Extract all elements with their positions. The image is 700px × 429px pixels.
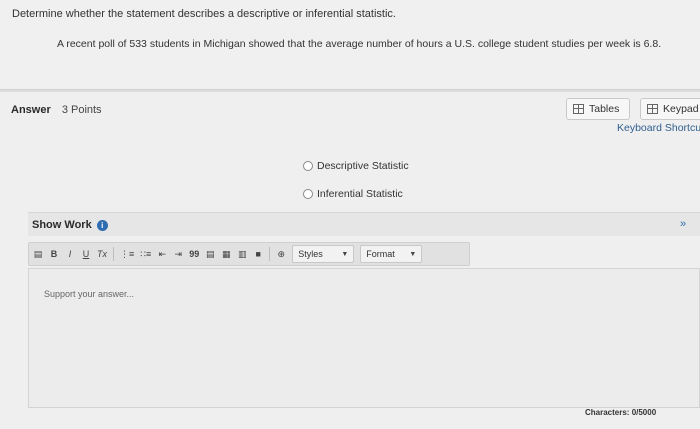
align-right-icon[interactable]: ▥ <box>237 246 247 262</box>
answer-header: Answer 3 Points <box>11 104 102 116</box>
show-work-title: Show Work i <box>32 219 108 231</box>
collapse-icon[interactable]: » <box>680 218 686 230</box>
bulleted-list-icon[interactable]: ∷≡ <box>140 246 151 262</box>
option-inferential-label: Inferential Statistic <box>317 188 403 200</box>
keypad-button[interactable]: Keypad <box>640 98 700 120</box>
option-descriptive[interactable]: Descriptive Statistic <box>303 158 409 174</box>
tables-button[interactable]: Tables <box>566 98 630 120</box>
numbered-list-icon[interactable]: ⋮≡ <box>120 246 134 262</box>
styles-label: Styles <box>298 249 323 259</box>
radio-inferential[interactable] <box>303 189 313 199</box>
keypad-label: Keypad <box>663 103 699 115</box>
format-label: Format <box>366 249 395 259</box>
link-icon[interactable]: ⊕ <box>276 246 286 262</box>
source-icon[interactable]: ▤ <box>33 246 43 262</box>
bold-button[interactable]: B <box>49 246 59 262</box>
toolbar-divider <box>269 247 271 261</box>
answer-points: 3 Points <box>61 104 102 116</box>
option-descriptive-label: Descriptive Statistic <box>317 160 409 172</box>
justify-icon[interactable]: ■ <box>253 246 263 262</box>
blockquote-button[interactable]: 99 <box>189 246 199 262</box>
italic-button[interactable]: I <box>65 246 75 262</box>
keyboard-shortcuts-link[interactable]: Keyboard Shortcu <box>617 122 700 134</box>
question-instruction: Determine whether the statement describe… <box>12 8 396 20</box>
styles-dropdown[interactable]: Styles ▼ <box>292 245 355 263</box>
clear-format-button[interactable]: Tx <box>97 246 107 262</box>
option-inferential[interactable]: Inferential Statistic <box>303 186 409 202</box>
keypad-icon <box>647 104 658 114</box>
underline-button[interactable]: U <box>81 246 91 262</box>
answer-label: Answer <box>11 104 51 116</box>
answer-panel: Answer 3 Points Tables Keypad Keyboard S… <box>0 92 700 429</box>
outdent-icon[interactable]: ⇤ <box>157 246 167 262</box>
show-work-editor[interactable]: Support your answer... <box>28 268 700 408</box>
show-work-bar: Show Work i » <box>28 212 700 236</box>
answer-options: Descriptive Statistic Inferential Statis… <box>303 158 409 214</box>
question-statement: A recent poll of 533 students in Michiga… <box>57 38 662 50</box>
chevron-down-icon: ▼ <box>409 250 417 258</box>
tables-label: Tables <box>589 103 620 115</box>
chevron-down-icon: ▼ <box>341 250 349 258</box>
radio-descriptive[interactable] <box>303 161 313 171</box>
indent-icon[interactable]: ⇥ <box>173 246 183 262</box>
character-count: Characters: 0/5000 <box>585 408 657 417</box>
align-left-icon[interactable]: ▤ <box>205 246 215 262</box>
info-icon[interactable]: i <box>96 219 108 231</box>
toolbar-divider <box>113 247 114 261</box>
format-dropdown[interactable]: Format ▼ <box>360 245 423 263</box>
editor-toolbar: ▤ B I U Tx ⋮≡ ∷≡ ⇤ ⇥ 99 ▤ ▦ ▥ ■ ⊕ Styles… <box>28 242 470 266</box>
table-icon <box>573 104 584 114</box>
show-work-label: Show Work <box>32 219 92 231</box>
question-panel: Determine whether the statement describe… <box>0 0 700 90</box>
editor-placeholder: Support your answer... <box>44 289 135 299</box>
align-center-icon[interactable]: ▦ <box>221 246 231 262</box>
